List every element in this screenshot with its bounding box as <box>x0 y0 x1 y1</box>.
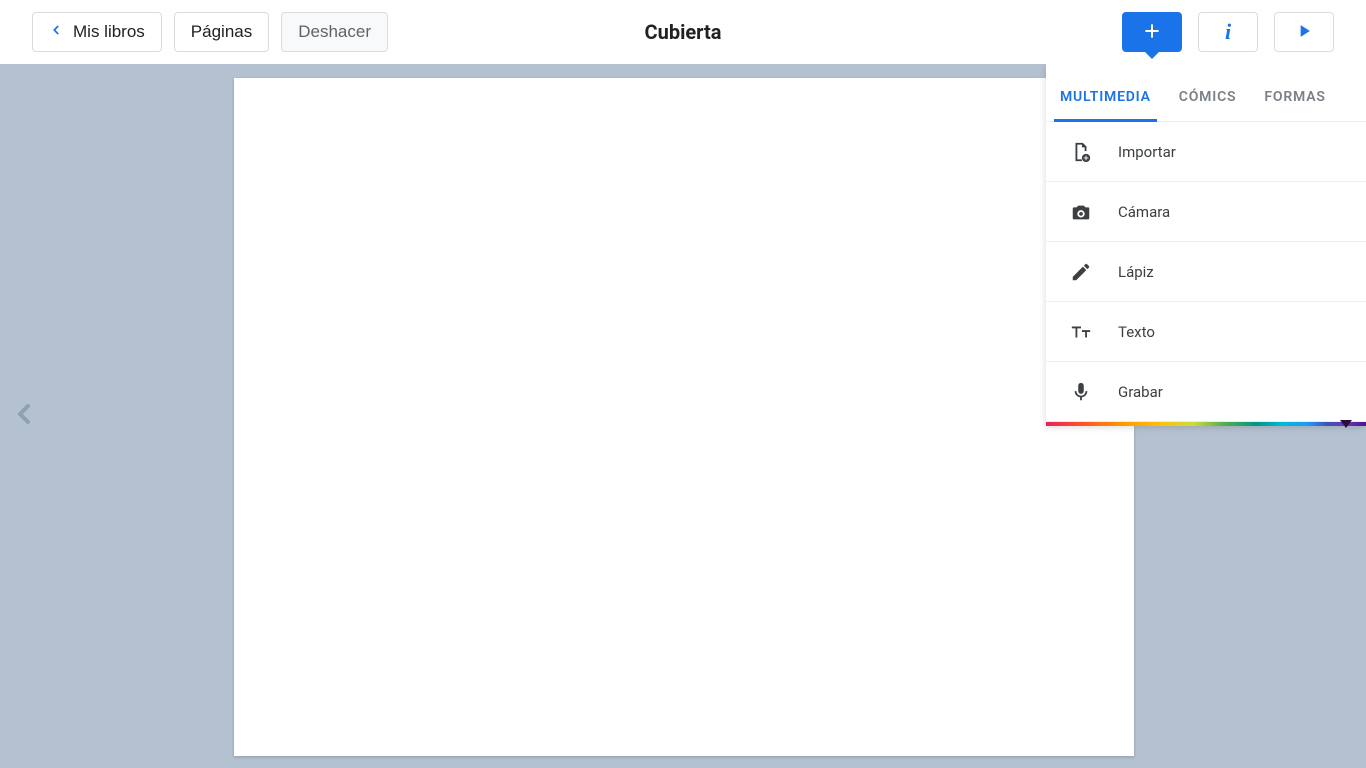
info-icon: i <box>1225 19 1231 45</box>
toolbar-center: Cubierta <box>645 20 722 44</box>
pages-button[interactable]: Páginas <box>174 12 269 52</box>
color-picker-strip[interactable] <box>1046 422 1366 426</box>
tab-label: MULTIMEDIA <box>1060 89 1151 105</box>
tab-shapes[interactable]: FORMAS <box>1262 89 1327 121</box>
plus-icon <box>1142 21 1162 44</box>
chevron-left-icon <box>49 22 63 42</box>
page-title: Cubierta <box>645 20 722 44</box>
toolbar-left-group: Mis libros Páginas Deshacer <box>32 12 388 52</box>
panel-item-label: Texto <box>1118 323 1155 341</box>
panel-tabs: MULTIMEDIA CÓMICS FORMAS <box>1046 64 1366 122</box>
pencil-icon <box>1070 261 1092 283</box>
prev-page-chevron <box>8 398 40 434</box>
undo-label: Deshacer <box>298 22 371 42</box>
play-icon <box>1294 21 1314 44</box>
panel-item-import[interactable]: Importar <box>1046 122 1366 182</box>
tab-label: CÓMICS <box>1179 89 1237 105</box>
panel-item-label: Lápiz <box>1118 263 1154 281</box>
panel-item-label: Importar <box>1118 143 1176 161</box>
back-to-books-button[interactable]: Mis libros <box>32 12 162 52</box>
panel-item-record[interactable]: Grabar <box>1046 362 1366 422</box>
undo-button[interactable]: Deshacer <box>281 12 388 52</box>
panel-item-text[interactable]: Texto <box>1046 302 1366 362</box>
camera-icon <box>1070 201 1092 223</box>
main-toolbar: Mis libros Páginas Deshacer Cubierta i <box>0 0 1366 64</box>
toolbar-right-group: i <box>1122 12 1334 52</box>
pages-label: Páginas <box>191 22 252 42</box>
panel-item-camera[interactable]: Cámara <box>1046 182 1366 242</box>
panel-item-label: Grabar <box>1118 383 1163 401</box>
text-size-icon <box>1070 321 1092 343</box>
microphone-icon <box>1070 381 1092 403</box>
panel-item-label: Cámara <box>1118 203 1170 221</box>
play-button[interactable] <box>1274 12 1334 52</box>
page-canvas[interactable] <box>234 78 1134 756</box>
tab-multimedia[interactable]: MULTIMEDIA <box>1058 89 1153 121</box>
add-button[interactable] <box>1122 12 1182 52</box>
tab-label: FORMAS <box>1264 89 1325 105</box>
panel-item-pencil[interactable]: Lápiz <box>1046 242 1366 302</box>
tab-comics[interactable]: CÓMICS <box>1177 89 1239 121</box>
file-add-icon <box>1070 141 1092 163</box>
add-panel: MULTIMEDIA CÓMICS FORMAS Importar Cámara… <box>1046 64 1366 426</box>
back-label: Mis libros <box>73 22 145 42</box>
panel-list: Importar Cámara Lápiz Texto Grabar <box>1046 122 1366 422</box>
info-button[interactable]: i <box>1198 12 1258 52</box>
